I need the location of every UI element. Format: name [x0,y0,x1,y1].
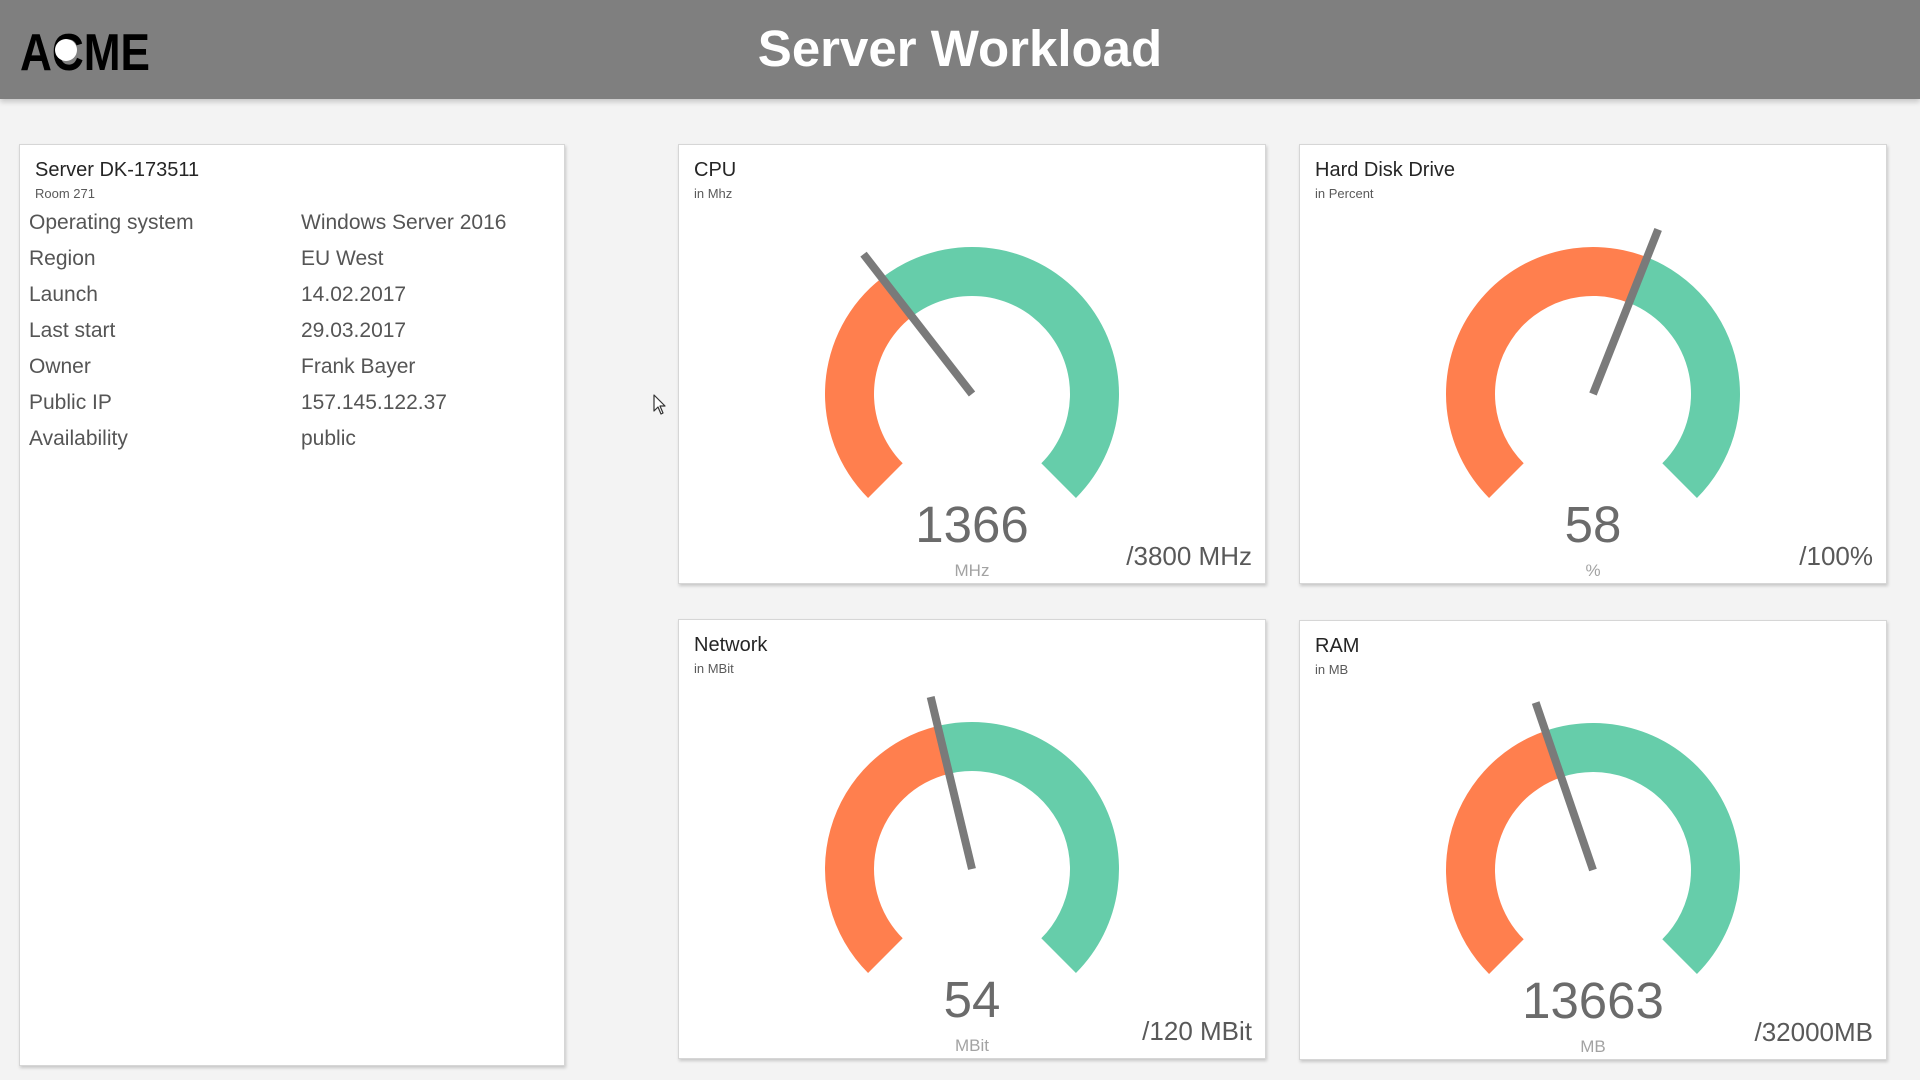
info-value: 29.03.2017 [301,319,407,342]
gauge-used-arc [1446,246,1648,498]
info-value: 157.145.122.37 [301,391,447,414]
info-label: Last start [29,319,116,342]
info-row: Launch 14.02.2017 [29,283,549,313]
info-row: Public IP 157.145.122.37 [29,391,549,421]
ram-gauge-card: RAM in MB 13663 MB /32000MB [1299,620,1887,1060]
gauge-max-label: /100% [1799,541,1873,571]
gauge-unit: % [1585,561,1601,580]
gauge-free-arc [881,246,1119,498]
header-bar: ACME Server Workload [0,0,1920,99]
info-label: Availability [29,427,128,450]
info-value: Frank Bayer [301,355,416,378]
info-row: Last start 29.03.2017 [29,319,549,349]
info-label: Operating system [29,211,194,234]
info-label: Region [29,247,96,270]
info-value: public [301,427,356,450]
mouse-pointer-icon [653,394,667,421]
server-info-card: Server DK-173511 Room 271 Operating syst… [19,144,565,1066]
network-gauge-card: Network in MBit 54 MBit /120 MBit [678,619,1266,1059]
gauge-max-label: /3800 MHz [1126,541,1252,571]
gauge-used-arc [1446,730,1562,974]
gauge-used-arc [825,277,912,498]
server-name: Server DK-173511 [35,159,200,181]
info-value: Windows Server 2016 [301,211,507,234]
hdd-gauge-card: Hard Disk Drive in Percent 58 % /100% [1299,144,1887,584]
gauge-max-label: /120 MBit [1142,1016,1252,1046]
info-row: Operating system Windows Server 2016 [29,211,549,241]
gauge-max-label: /32000MB [1754,1017,1873,1047]
cpu-gauge-card: CPU in Mhz 1366 MHz /3800 MHz [678,144,1266,584]
page-title: Server Workload [757,20,1163,77]
info-value: EU West [301,247,384,270]
info-value: 14.02.2017 [301,283,407,306]
gauge-used-arc [825,726,950,973]
info-label: Public IP [29,391,112,414]
info-label: Owner [29,355,91,378]
info-row: Owner Frank Bayer [29,355,549,385]
gauge-free-arc [1545,723,1740,974]
info-row: Availability public [29,427,549,457]
server-room: Room 271 [35,186,95,201]
gauge-free-arc [1629,257,1740,498]
gauge-value: 58 [1564,496,1622,553]
info-row: Region EU West [29,247,549,277]
info-label: Launch [29,283,98,306]
